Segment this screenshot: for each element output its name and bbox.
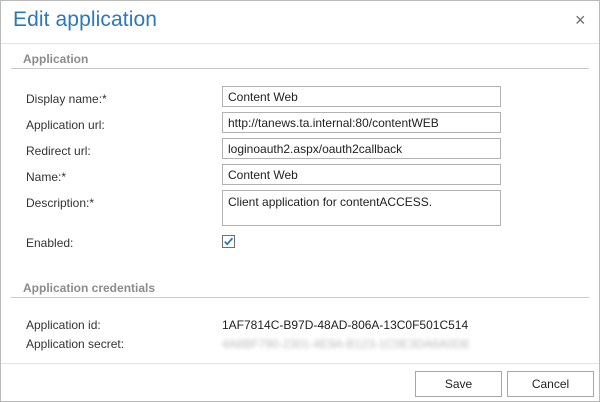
enabled-label: Enabled: bbox=[26, 236, 74, 250]
cancel-button[interactable]: Cancel bbox=[507, 371, 594, 397]
close-icon[interactable]: × bbox=[575, 11, 586, 29]
title-divider bbox=[1, 43, 599, 44]
footer-divider bbox=[1, 363, 599, 364]
display-name-label: Display name:* bbox=[26, 92, 107, 106]
description-label: Description:* bbox=[26, 196, 95, 210]
application-id-value: 1AF7814C-B97D-48AD-806A-13C0F501C514 bbox=[222, 318, 469, 332]
name-label: Name:* bbox=[26, 170, 67, 184]
application-url-label: Application url: bbox=[26, 118, 105, 132]
application-url-input[interactable] bbox=[222, 112, 501, 133]
application-id-label: Application id: bbox=[26, 318, 101, 332]
checkmark-icon bbox=[224, 237, 234, 246]
enabled-checkbox[interactable] bbox=[222, 235, 235, 248]
application-secret-label: Application secret: bbox=[26, 337, 125, 351]
display-name-input[interactable] bbox=[222, 86, 501, 107]
redirect-url-input[interactable] bbox=[222, 138, 501, 159]
edit-application-dialog: Edit application × Application Display n… bbox=[0, 0, 600, 402]
section-header-credentials: Application credentials bbox=[23, 281, 156, 295]
dialog-title: Edit application bbox=[13, 8, 158, 31]
name-input[interactable] bbox=[222, 164, 501, 185]
section-header-application: Application bbox=[23, 52, 89, 66]
save-button[interactable]: Save bbox=[415, 371, 502, 397]
redirect-url-label: Redirect url: bbox=[26, 144, 91, 158]
description-textarea[interactable]: Client application for contentACCESS. bbox=[222, 190, 501, 226]
section-divider-application bbox=[11, 68, 589, 69]
application-secret-value: 4A8BF790-2301-4E9A-B123-1C0E3DA6A0D8 bbox=[222, 337, 469, 351]
section-divider-credentials bbox=[11, 297, 589, 298]
